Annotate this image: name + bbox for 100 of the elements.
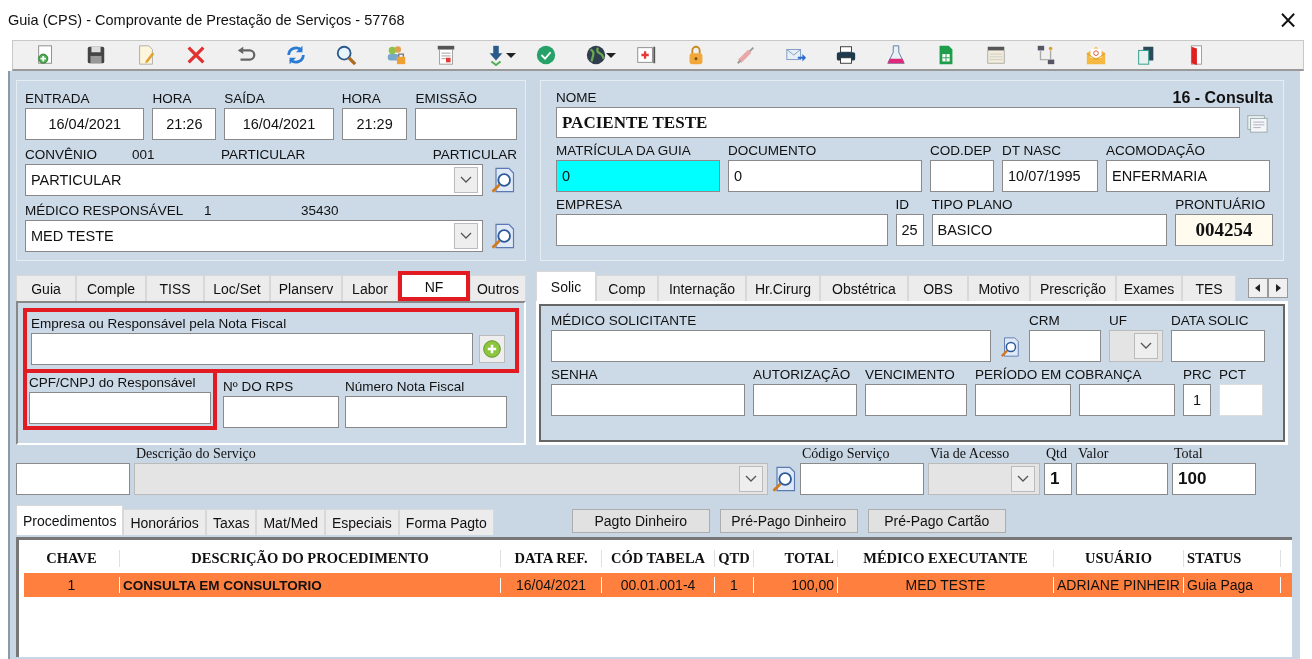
text-field[interactable]: 16/04/2021	[224, 108, 334, 140]
text-field[interactable]	[1171, 330, 1265, 362]
payment-button[interactable]: Pré-Pago Cartão	[867, 509, 1006, 533]
tab[interactable]: Mat/Med	[256, 509, 325, 535]
column-header[interactable]: DESCRIÇÃO DO PROCEDIMENTO	[120, 550, 501, 567]
combo-box[interactable]: PARTICULAR	[25, 164, 483, 196]
text-field[interactable]: 21:26	[152, 108, 217, 140]
text-field[interactable]	[800, 463, 924, 495]
column-header[interactable]: USUÁRIO	[1054, 550, 1184, 567]
network-icon[interactable]	[1035, 44, 1057, 66]
chevron-down-icon	[454, 223, 478, 249]
payment-button[interactable]: Pagto Dinheiro	[571, 509, 710, 533]
text-field[interactable]: 10/07/1995	[1002, 160, 1098, 192]
text-field[interactable]	[415, 108, 517, 140]
search-icon[interactable]	[335, 44, 357, 66]
text-field[interactable]	[16, 463, 130, 495]
column-header[interactable]: DATA REF.	[501, 550, 602, 567]
tab[interactable]: Especiais	[324, 509, 399, 535]
report-icon[interactable]	[435, 44, 457, 66]
field-label: NOME	[556, 89, 597, 107]
tab[interactable]: Motivo	[968, 275, 1030, 301]
tab[interactable]: TES	[1182, 275, 1236, 301]
text-field[interactable]	[556, 214, 888, 246]
field-label: Número Nota Fiscal	[345, 378, 466, 396]
tab[interactable]: Obstétrica	[820, 275, 908, 301]
table-row[interactable]: 1 CONSULTA EM CONSULTORIO 16/04/2021 00.01.001-4 1 100,00 MED TESTE ADRIANE PINHEIR Guia Paga	[24, 573, 1292, 597]
close-button[interactable]: ×	[1273, 6, 1302, 34]
text-field[interactable]: 25	[895, 214, 924, 246]
text-field[interactable]	[31, 333, 473, 365]
text-field[interactable]	[345, 396, 507, 428]
text-field[interactable]: 1	[1183, 384, 1211, 416]
text-field[interactable]	[29, 392, 211, 424]
text-field[interactable]: 0	[728, 160, 922, 192]
text-field[interactable]	[975, 384, 1071, 416]
syringe-icon[interactable]	[735, 44, 757, 66]
tab[interactable]: OBS	[908, 275, 968, 301]
search-icon[interactable]	[489, 222, 517, 250]
text-field[interactable]	[551, 384, 745, 416]
combo-box[interactable]: MED TESTE	[25, 220, 483, 252]
scroll-right-button[interactable]	[1268, 278, 1288, 298]
text-field[interactable]: BASICO	[931, 214, 1168, 246]
text-field[interactable]: 100	[1172, 463, 1256, 495]
search-icon[interactable]	[999, 336, 1021, 358]
tab[interactable]: Outros	[470, 275, 526, 301]
text-field[interactable]	[223, 396, 339, 428]
column-header[interactable]: STATUS	[1184, 550, 1281, 567]
tab[interactable]: NF	[398, 271, 470, 301]
column-header[interactable]: CÓD TABELA	[602, 550, 715, 567]
text-field[interactable]	[1029, 330, 1101, 362]
column-header[interactable]: CHAVE	[24, 550, 120, 567]
payment-button[interactable]: Pré-Pago Dinheiro	[719, 509, 858, 533]
text-field[interactable]: ENFERMARIA	[1106, 160, 1270, 192]
tab[interactable]: Planserv	[270, 275, 342, 301]
people-lock-icon[interactable]	[385, 44, 407, 66]
tab[interactable]: Guia	[16, 275, 76, 301]
tab[interactable]: Exames	[1116, 275, 1182, 301]
medical-kit-icon[interactable]	[635, 44, 657, 66]
scroll-left-button[interactable]	[1248, 278, 1268, 298]
table-cell: 1	[24, 577, 120, 593]
open-envelope-icon[interactable]	[1085, 44, 1107, 66]
field-label: MÉDICO RESPONSÁVEL	[25, 202, 185, 220]
search-icon[interactable]	[770, 465, 798, 493]
tab[interactable]: Comp	[596, 275, 658, 301]
text-field[interactable]	[551, 330, 991, 362]
column-header[interactable]: MÉDICO EXECUTANTE	[838, 550, 1054, 567]
tab[interactable]: Solic	[536, 271, 596, 301]
tab[interactable]: Comple	[76, 275, 146, 301]
text-field[interactable]: 16/04/2021	[25, 108, 145, 140]
text-field[interactable]	[1079, 384, 1175, 416]
tab[interactable]: Loc/Set	[204, 275, 270, 301]
text-field[interactable]: 004254	[1175, 214, 1273, 246]
flask-icon[interactable]	[885, 44, 907, 66]
tab[interactable]: Forma Pagto	[398, 509, 494, 535]
check-icon[interactable]	[535, 44, 557, 66]
text-field[interactable]	[865, 384, 967, 416]
text-field[interactable]: PACIENTE TESTE	[556, 107, 1240, 138]
text-field[interactable]: 0	[556, 160, 720, 192]
printer-icon[interactable]	[835, 44, 857, 66]
tab[interactable]: Internação	[658, 275, 746, 301]
column-header[interactable]: QTD	[715, 550, 754, 567]
add-button[interactable]	[479, 335, 505, 363]
calendar-icon[interactable]	[985, 44, 1007, 66]
cross-icon[interactable]	[185, 44, 207, 66]
text-field[interactable]	[930, 160, 994, 192]
text-field[interactable]	[753, 384, 857, 416]
tab[interactable]: Taxas	[205, 509, 257, 535]
tab[interactable]: Honorários	[123, 509, 206, 535]
refresh-icon[interactable]	[285, 44, 307, 66]
search-icon[interactable]	[489, 166, 517, 194]
text-field[interactable]: 21:29	[341, 108, 408, 140]
tab[interactable]: TISS	[146, 275, 204, 301]
tab[interactable]: Prescrição	[1030, 275, 1116, 301]
globe-icon[interactable]	[585, 44, 607, 66]
tab[interactable]: Procedimentos	[16, 505, 124, 535]
text-field[interactable]: 1	[1044, 463, 1072, 495]
tab[interactable]: Labor	[342, 275, 398, 301]
field-label: AUTORIZAÇÃO	[753, 366, 852, 384]
text-field[interactable]	[1076, 463, 1168, 495]
tab[interactable]: Hr.Cirurg	[746, 275, 820, 301]
column-header[interactable]: TOTAL	[754, 550, 838, 567]
